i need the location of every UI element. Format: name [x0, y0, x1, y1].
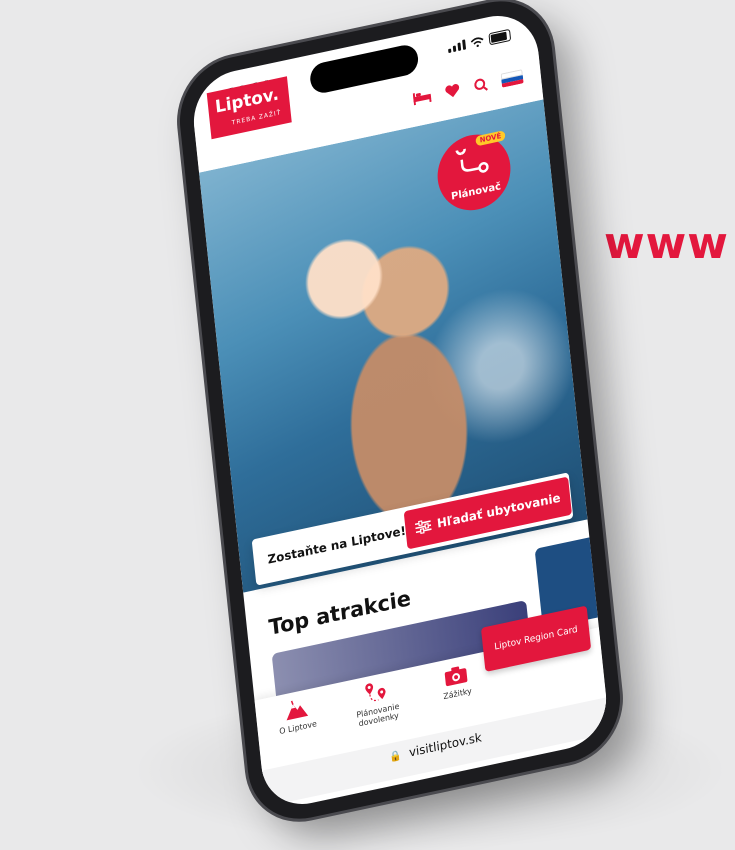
camera-icon [444, 666, 468, 687]
sliders-icon [415, 520, 432, 535]
find-accommodation-button[interactable]: Hľadať ubytovanie [403, 476, 573, 550]
nav-item-o-liptove[interactable]: O Liptove [261, 691, 333, 740]
flag-icon[interactable] [500, 69, 524, 88]
stay-text: Zostaňte na Liptove! [267, 523, 407, 567]
heart-icon[interactable] [444, 82, 461, 99]
signal-icon [447, 39, 467, 54]
hero-image: NOVÉ Plánovač Zostaňte na Liptove! Hľada… [199, 99, 588, 593]
battery-icon [488, 28, 512, 46]
find-accommodation-label: Hľadať ubytovanie [436, 490, 562, 531]
badge-label: Plánovač [450, 181, 502, 203]
bed-icon[interactable] [412, 90, 432, 106]
lock-icon: 🔒 [388, 750, 403, 764]
search-icon[interactable] [473, 77, 488, 94]
wifi-icon [470, 37, 484, 48]
backdrop-url-text: www [604, 218, 729, 269]
phone-frame: 14:14 [174, 0, 626, 830]
accommodation-search-bar: Zostaňte na Liptove! Hľadať ubytovanie [251, 472, 574, 586]
phone-screen: 14:14 [189, 7, 611, 813]
nav-item-zazitky[interactable]: Zážitky [420, 657, 492, 706]
nav-item-planovanie[interactable]: Plánovanie dovolenky [341, 674, 414, 732]
route-icon [455, 144, 489, 173]
header-icons [412, 69, 524, 106]
phone-mockup: 14:14 [174, 0, 626, 830]
mountain-icon [286, 700, 308, 721]
status-icons [447, 28, 512, 54]
nav-label: Plánovanie dovolenky [355, 701, 400, 729]
map-pin-route-icon [365, 683, 386, 702]
nav-label: Zážitky [442, 686, 473, 702]
badge-new-label: NOVÉ [475, 130, 506, 147]
planner-badge[interactable]: NOVÉ Plánovač [433, 127, 515, 218]
